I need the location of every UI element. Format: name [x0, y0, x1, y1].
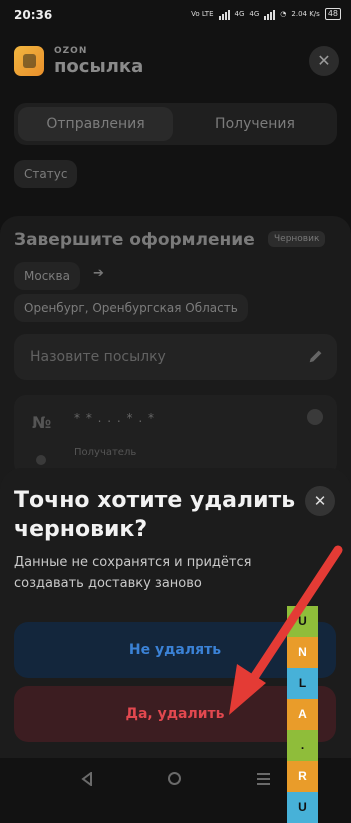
copy-icon[interactable]: [307, 409, 323, 425]
tab-bar: Отправления Получения: [14, 103, 337, 145]
app-header: OZON посылка ✕: [14, 44, 339, 78]
signal-icon: [218, 9, 230, 20]
tab-incoming[interactable]: Получения: [177, 107, 333, 141]
tracking-number-masked: * * . . . * . *: [74, 411, 155, 425]
pencil-icon[interactable]: [307, 347, 325, 365]
wifi-icon: ◔: [280, 10, 287, 18]
brand-title: посылка: [54, 56, 144, 77]
dialog-description: Данные не сохранятся и придётся создават…: [14, 555, 252, 591]
watermark-letter: L: [287, 668, 318, 699]
tracking-field: № * * . . . * . * Получатель: [14, 395, 337, 475]
network-label: 4G: [234, 10, 245, 18]
battery-icon: 48: [324, 8, 341, 20]
watermark-letter: U: [287, 792, 318, 823]
arrow-right-icon: ➔: [93, 266, 104, 281]
draft-badge: Черновик: [268, 231, 326, 247]
back-icon[interactable]: [80, 772, 94, 786]
speed-label: 2.04 K/s: [291, 10, 320, 18]
brand-small: OZON: [54, 46, 88, 56]
recipient-label: Получатель: [74, 447, 137, 458]
status-time: 20:36: [14, 8, 53, 22]
draft-card-title: Завершите оформление: [14, 230, 255, 250]
watermark-letter: A: [287, 699, 318, 730]
dialog-close-icon[interactable]: ✕: [305, 486, 335, 516]
watermark-letter: U: [287, 606, 318, 637]
ozon-logo-icon: [14, 46, 44, 76]
person-icon: [36, 455, 46, 465]
from-city-chip: Москва: [14, 262, 80, 290]
network-label: 4G: [249, 10, 260, 18]
close-icon[interactable]: ✕: [309, 46, 339, 76]
watermark-letter: N: [287, 637, 318, 668]
status-filter-chip[interactable]: Статус: [14, 160, 78, 188]
menu-icon[interactable]: [257, 773, 270, 785]
home-icon[interactable]: [168, 772, 181, 785]
status-bar: 20:36 Vo LTE 4G 4G ◔ 2.04 K/s 48: [0, 0, 351, 32]
network-label: Vo LTE: [191, 10, 214, 18]
watermark-letter: R: [287, 761, 318, 792]
number-icon: №: [32, 413, 52, 432]
dialog-title: Точно хотите удалить черновик?: [14, 488, 296, 542]
parcel-name-placeholder: Назовите посылку: [30, 349, 166, 365]
to-city-chip: Оренбург, Оренбургская Область: [14, 294, 248, 322]
unla-watermark: UNLA.RU: [287, 606, 318, 823]
parcel-name-field[interactable]: Назовите посылку: [14, 334, 337, 380]
tab-outgoing[interactable]: Отправления: [18, 107, 173, 141]
signal-icon: [264, 9, 276, 20]
watermark-letter: .: [287, 730, 318, 761]
status-icons: Vo LTE 4G 4G ◔ 2.04 K/s 48: [191, 8, 341, 20]
